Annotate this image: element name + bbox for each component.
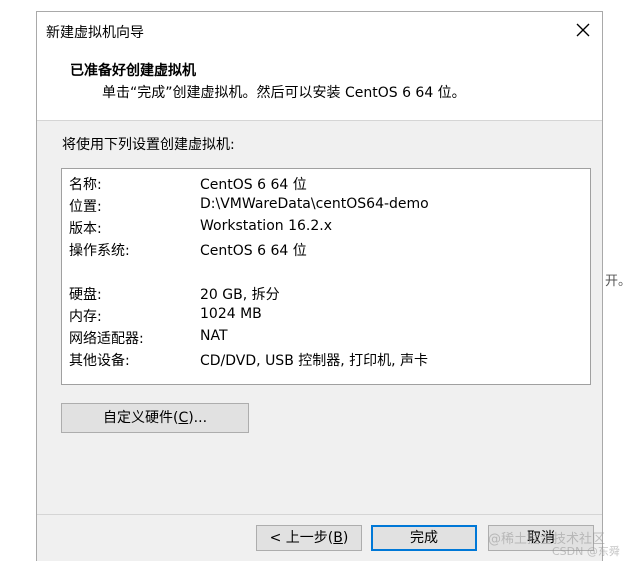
summary-row-disk: 硬盘: 20 GB, 拆分 bbox=[62, 283, 590, 305]
close-icon[interactable] bbox=[572, 19, 594, 41]
summary-row-devices: 其他设备: CD/DVD, USB 控制器, 打印机, 声卡 bbox=[62, 349, 590, 371]
summary-label: 名称: bbox=[69, 177, 102, 193]
customize-hardware-button[interactable]: 自定义硬件(C)... bbox=[61, 403, 249, 433]
summary-label: 其他设备: bbox=[69, 353, 130, 369]
window-title: 新建虚拟机向导 bbox=[46, 25, 144, 41]
settings-intro-label: 将使用下列设置创建虚拟机: bbox=[62, 137, 235, 153]
summary-label: 内存: bbox=[69, 309, 102, 325]
page-heading: 已准备好创建虚拟机 bbox=[70, 63, 196, 79]
footer-divider bbox=[37, 514, 602, 515]
summary-row-version: 版本: Workstation 16.2.x bbox=[62, 217, 590, 239]
customize-mnemonic: C bbox=[178, 410, 189, 426]
summary-value: Workstation 16.2.x bbox=[200, 218, 332, 234]
summary-label: 版本: bbox=[69, 221, 102, 237]
summary-label: 操作系统: bbox=[69, 243, 130, 259]
summary-row-location: 位置: D:\VMWareData\centOS64-demo bbox=[62, 195, 590, 217]
summary-row-network: 网络适配器: NAT bbox=[62, 327, 590, 349]
settings-summary-list: 名称: CentOS 6 64 位 位置: D:\VMWareData\cent… bbox=[61, 168, 591, 385]
back-button[interactable]: < 上一步(B) bbox=[256, 525, 362, 551]
finish-button[interactable]: 完成 bbox=[371, 525, 477, 551]
back-label-prefix: < 上一步( bbox=[269, 530, 334, 546]
new-vm-wizard-dialog: 新建虚拟机向导 已准备好创建虚拟机 单击“完成”创建虚拟机。然后可以安装 Cen… bbox=[36, 11, 603, 561]
summary-label: 网络适配器: bbox=[69, 331, 144, 347]
wizard-header: 新建虚拟机向导 已准备好创建虚拟机 单击“完成”创建虚拟机。然后可以安装 Cen… bbox=[37, 12, 602, 121]
cancel-button[interactable]: 取消 bbox=[488, 525, 594, 551]
screenshot-page: 开。 新建虚拟机向导 已准备好创建虚拟机 单击“完成”创建虚拟机。然后可以安装 … bbox=[0, 0, 632, 561]
summary-value: CentOS 6 64 位 bbox=[200, 243, 307, 259]
back-label-suffix: ) bbox=[342, 530, 349, 546]
summary-row-os: 操作系统: CentOS 6 64 位 bbox=[62, 239, 590, 261]
summary-value: 20 GB, 拆分 bbox=[200, 287, 280, 303]
summary-label: 硬盘: bbox=[69, 287, 102, 303]
summary-label: 位置: bbox=[69, 199, 102, 215]
back-mnemonic: B bbox=[333, 530, 343, 546]
summary-value: 1024 MB bbox=[200, 306, 262, 322]
page-subheading: 单击“完成”创建虚拟机。然后可以安装 CentOS 6 64 位。 bbox=[102, 85, 466, 101]
summary-row-memory: 内存: 1024 MB bbox=[62, 305, 590, 327]
summary-value: CentOS 6 64 位 bbox=[200, 177, 307, 193]
customize-label-suffix: )... bbox=[188, 410, 208, 426]
summary-value: CD/DVD, USB 控制器, 打印机, 声卡 bbox=[200, 353, 429, 369]
customize-label-prefix: 自定义硬件( bbox=[102, 410, 179, 426]
summary-value: NAT bbox=[200, 328, 228, 344]
background-text-fragment: 开。 bbox=[605, 274, 632, 289]
summary-row-name: 名称: CentOS 6 64 位 bbox=[62, 173, 590, 195]
summary-value: D:\VMWareData\centOS64-demo bbox=[200, 196, 429, 212]
